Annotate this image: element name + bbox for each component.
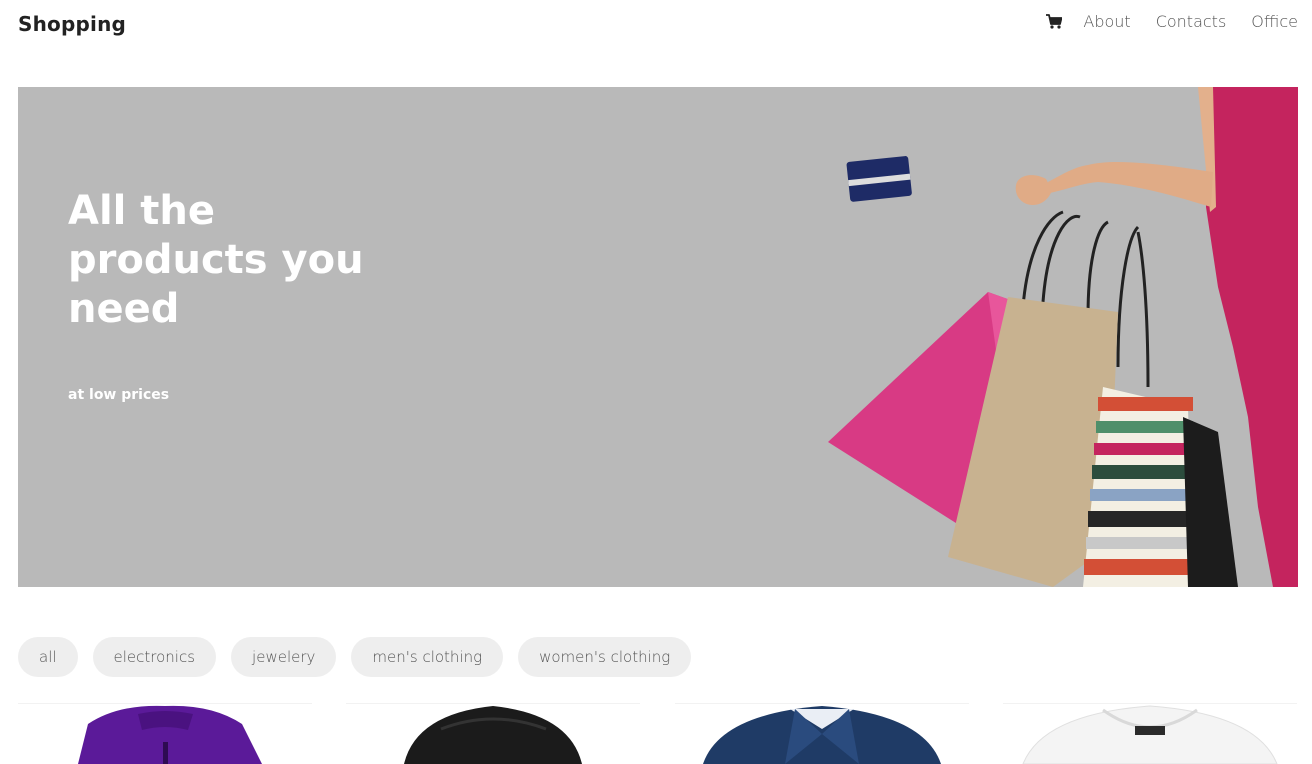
nav-office-link[interactable]: Office (1251, 12, 1298, 31)
hero-title: All the products you need (68, 188, 364, 332)
filter-jewelery[interactable]: jewelery (231, 637, 337, 677)
filter-electronics[interactable]: electronics (92, 637, 217, 677)
top-nav: About Contacts Office (1043, 10, 1298, 32)
filter-womens-clothing[interactable]: women's clothing (518, 637, 692, 677)
nav-about-link[interactable]: About (1083, 12, 1130, 31)
hero-subtitle: at low prices (68, 387, 170, 403)
product-card[interactable] (675, 703, 969, 764)
site-logo[interactable]: Shopping (18, 12, 126, 36)
white-tshirt-image (1022, 705, 1278, 764)
shopping-bags-image (828, 87, 1298, 587)
filter-all[interactable]: all (18, 637, 78, 677)
nav-contacts-link[interactable]: Contacts (1156, 12, 1227, 31)
purple-jacket-image (78, 705, 262, 764)
black-jacket-image (404, 706, 582, 764)
shopping-cart-icon[interactable] (1043, 10, 1065, 32)
filter-mens-clothing[interactable]: men's clothing (351, 637, 504, 677)
category-filters: all electronics jewelery men's clothing … (18, 637, 706, 677)
product-card[interactable] (1003, 703, 1297, 764)
product-card[interactable] (346, 703, 640, 764)
product-grid (18, 703, 1298, 764)
navy-jacket-image (703, 706, 941, 764)
hero-banner: All the products you need at low prices (18, 87, 1298, 587)
product-card[interactable] (18, 703, 312, 764)
